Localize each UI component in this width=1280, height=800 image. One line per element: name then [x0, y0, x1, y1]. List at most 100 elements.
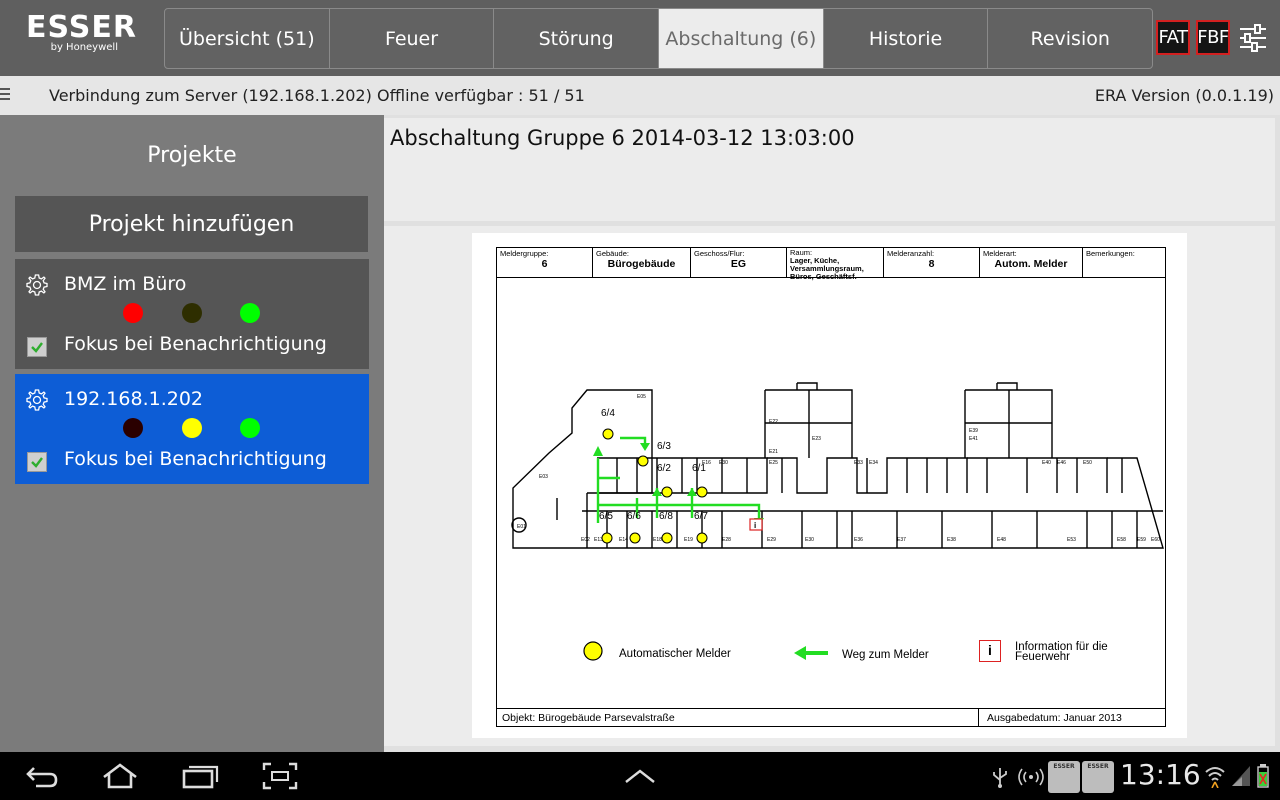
- detector-label: 6/2: [657, 463, 671, 474]
- recent-apps-icon[interactable]: [180, 762, 220, 790]
- plan-info-table: Meldergruppe: 6 Gebäude: Bürogebäude Ges…: [497, 248, 1165, 281]
- fire-indicator: [123, 303, 143, 323]
- tab-feuer[interactable]: Feuer: [330, 9, 495, 68]
- info-cell-group: Meldergruppe: 6: [497, 248, 593, 277]
- tab-stoerung[interactable]: Störung: [494, 9, 660, 68]
- battery-icon: [1257, 764, 1269, 788]
- svg-text:E38: E38: [947, 537, 956, 543]
- focus-checkbox[interactable]: [27, 337, 47, 357]
- floorplan-panel: Meldergruppe: 6 Gebäude: Bürogebäude Ges…: [384, 226, 1275, 746]
- detector-label: 6/7: [694, 511, 708, 522]
- building-floorplan: E05 E03 E02 E13 E14 E18 E19 E28 E29 E30 …: [511, 382, 1164, 549]
- online-indicator: [240, 303, 260, 323]
- footer-object: Objekt: Bürogebäude Parsevalstraße: [497, 709, 979, 726]
- gear-icon[interactable]: [25, 388, 49, 412]
- fbf-button[interactable]: FBF: [1196, 20, 1230, 55]
- gear-icon[interactable]: [25, 273, 49, 297]
- svg-text:E02: E02: [581, 537, 590, 543]
- project-card-bmz[interactable]: BMZ im Büro Fokus bei Benachrichtigung: [15, 259, 369, 369]
- svg-text:E28: E28: [722, 537, 731, 543]
- svg-text:E22: E22: [769, 419, 778, 425]
- info-cell-remarks: Bemerkungen:: [1086, 249, 1135, 258]
- svg-text:E48: E48: [997, 537, 1006, 543]
- tab-uebersicht[interactable]: Übersicht (51): [165, 9, 330, 68]
- chevron-up-icon[interactable]: [624, 768, 656, 784]
- detector-label: 6/3: [657, 441, 671, 452]
- svg-text:E30: E30: [805, 537, 814, 543]
- plan-frame: Meldergruppe: 6 Gebäude: Bürogebäude Ges…: [496, 247, 1166, 727]
- connection-status: Verbindung zum Server (192.168.1.202): [49, 86, 372, 105]
- svg-text:E40: E40: [1042, 460, 1051, 466]
- floorplan-document[interactable]: Meldergruppe: 6 Gebäude: Bürogebäude Ges…: [472, 233, 1187, 738]
- status-bar: Verbindung zum Server (192.168.1.202) Of…: [0, 76, 1280, 115]
- clock[interactable]: 13:16: [1120, 758, 1201, 791]
- tab-historie[interactable]: Historie: [824, 9, 989, 68]
- tab-revision[interactable]: Revision: [988, 9, 1152, 68]
- status-indicators: [15, 303, 369, 325]
- footer-date: Ausgabedatum: Januar 2013: [987, 712, 1122, 724]
- back-icon[interactable]: [24, 762, 60, 790]
- plan-footer: Objekt: Bürogebäude Parsevalstraße Ausga…: [497, 708, 1165, 726]
- offline-status: Offline verfügbar : 51 / 51: [377, 86, 585, 105]
- svg-text:E18: E18: [653, 537, 662, 543]
- wireless-icon: [1018, 768, 1044, 786]
- esser-notification-icon[interactable]: ESSER: [1048, 761, 1080, 793]
- svg-text:E34: E34: [869, 460, 878, 466]
- online-indicator: [240, 418, 260, 438]
- svg-text:E01: E01: [517, 524, 526, 530]
- add-project-button[interactable]: Projekt hinzufügen: [15, 196, 368, 252]
- esser-logo: ESSER by Honeywell: [26, 12, 140, 54]
- project-name: BMZ im Büro: [64, 273, 187, 295]
- detector-label: 6/8: [659, 511, 673, 522]
- content-header: Abschaltung Gruppe 6 2014-03-12 13:03:00: [384, 118, 1275, 221]
- svg-text:E58: E58: [1117, 537, 1126, 543]
- tab-abschaltung[interactable]: Abschaltung (6): [659, 9, 824, 68]
- focus-checkbox[interactable]: [27, 452, 47, 472]
- info-cell-type: Melderart: Autom. Melder: [980, 248, 1083, 277]
- green-arrow-icon: [794, 646, 828, 660]
- home-icon[interactable]: [100, 762, 140, 790]
- svg-text:E14: E14: [619, 537, 628, 543]
- svg-text:E19: E19: [684, 537, 693, 543]
- version-label: ERA Version (0.0.1.19): [1094, 86, 1274, 105]
- legend-info-label: Information für die Feuerwehr: [1015, 641, 1108, 663]
- svg-text:E39: E39: [969, 428, 978, 434]
- svg-text:E30: E30: [719, 460, 728, 466]
- sidebar-title: Projekte: [147, 143, 237, 168]
- svg-text:i: i: [754, 521, 756, 530]
- svg-text:E50: E50: [1083, 460, 1092, 466]
- svg-text:E21: E21: [769, 449, 778, 455]
- detector-label: 6/4: [601, 408, 615, 419]
- info-cell-building: Gebäude: Bürogebäude: [593, 248, 691, 277]
- usb-icon: [993, 768, 1007, 788]
- fat-button[interactable]: FAT: [1156, 20, 1190, 55]
- svg-text:E33: E33: [854, 460, 863, 466]
- detector-label: 6/6: [627, 511, 641, 522]
- svg-text:E37: E37: [897, 537, 906, 543]
- svg-text:E41: E41: [969, 436, 978, 442]
- detector-label: 6/1: [692, 463, 706, 474]
- svg-text:E23: E23: [812, 436, 821, 442]
- project-card-server[interactable]: 192.168.1.202 Fokus bei Benachrichtigung: [15, 374, 369, 484]
- main-tabs: Übersicht (51) Feuer Störung Abschaltung…: [164, 8, 1153, 69]
- svg-text:E60: E60: [1151, 537, 1160, 543]
- event-title: Abschaltung Gruppe 6 2014-03-12 13:03:00: [390, 126, 855, 150]
- fault-indicator: [182, 303, 202, 323]
- svg-text:E53: E53: [1067, 537, 1076, 543]
- signal-icon: [1232, 766, 1250, 786]
- esser-notification-icon[interactable]: ESSER: [1082, 761, 1114, 793]
- menu-handle-icon[interactable]: [0, 88, 10, 102]
- screenshot-icon[interactable]: [262, 762, 298, 790]
- svg-text:E05: E05: [637, 394, 646, 400]
- info-cell-room: Raum: Lager, Küche, Versammlungsraum, Bü…: [787, 248, 884, 281]
- status-indicators: [15, 418, 369, 440]
- focus-label: Fokus bei Benachrichtigung: [64, 333, 327, 355]
- info-cell-count: Melderanzahl: 8: [884, 248, 980, 277]
- detector-label: 6/5: [599, 511, 613, 522]
- top-bar: ESSER by Honeywell Übersicht (51) Feuer …: [0, 0, 1280, 76]
- svg-text:E25: E25: [769, 460, 778, 466]
- focus-label: Fokus bei Benachrichtigung: [64, 448, 327, 470]
- legend-detector-label: Automatischer Melder: [619, 648, 731, 660]
- project-name: 192.168.1.202: [64, 388, 204, 410]
- settings-sliders-icon[interactable]: [1238, 24, 1268, 52]
